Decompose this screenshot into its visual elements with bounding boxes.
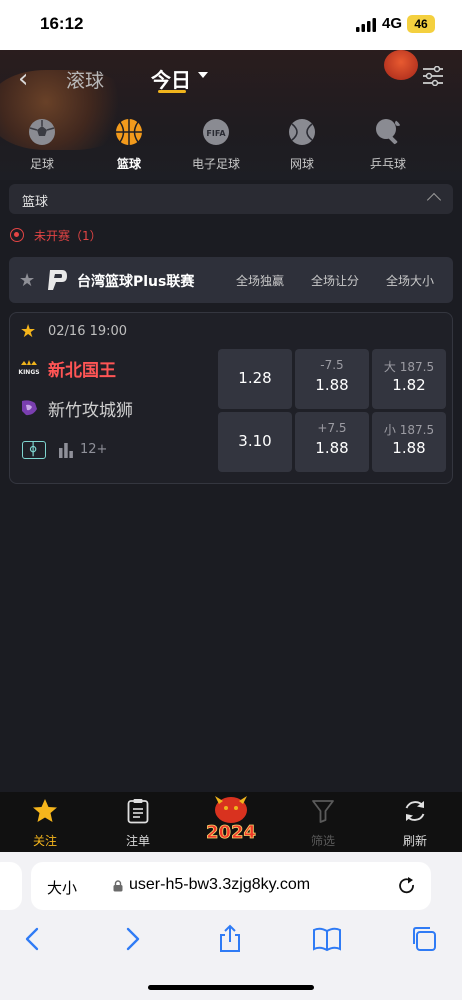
away-team-name: 新竹攻城狮 <box>48 401 133 421</box>
nav-refresh[interactable]: 刷新 <box>380 798 450 849</box>
record-dot-icon <box>10 228 24 242</box>
odds-price: 1.28 <box>238 369 272 387</box>
sport-label: 网球 <box>289 157 314 171</box>
home-indicator <box>148 985 314 990</box>
browser-back-icon[interactable] <box>18 924 48 954</box>
svg-text:FIFA: FIFA <box>206 129 226 138</box>
odds-total-over[interactable]: 大 187.5 1.82 <box>372 349 446 409</box>
more-markets-count[interactable]: 12+ <box>80 442 107 457</box>
reload-icon[interactable] <box>397 876 417 896</box>
ping-pong-icon <box>376 119 401 145</box>
nav-bets[interactable]: 注单 <box>103 798 173 849</box>
home-team-name: 新北国王 <box>48 361 116 381</box>
bookmarks-icon[interactable] <box>312 924 342 954</box>
network-type: 4G <box>382 15 403 32</box>
odds-moneyline-away[interactable]: 3.10 <box>218 412 292 472</box>
back-chevron-icon[interactable]: ‹ <box>18 64 28 94</box>
star-icon <box>33 799 57 822</box>
url-text[interactable]: user-h5-bw3.3zjg8ky.com <box>129 876 310 894</box>
odds-price: 1.88 <box>315 376 349 394</box>
court-icon[interactable] <box>22 441 46 459</box>
previous-tab-preview[interactable] <box>0 862 22 910</box>
battery-icon: 46 <box>407 15 435 33</box>
odds-line: -7.5 <box>320 358 344 372</box>
nav-filter[interactable]: 筛选 <box>288 798 358 849</box>
app-header: ‹ 滚球 今日 足球 篮球 FIFA 电子足球 网球 乒乓球 <box>0 50 462 180</box>
active-tab-indicator <box>158 90 186 93</box>
odds-price: 1.82 <box>392 376 426 394</box>
refresh-icon <box>405 801 425 821</box>
tab-live[interactable]: 滚球 <box>66 66 104 93</box>
dragon-2024-logo[interactable]: 2024 <box>195 792 267 848</box>
share-icon[interactable] <box>215 924 245 954</box>
sport-basketball[interactable]: 篮球 <box>89 118 169 172</box>
sport-pingpong[interactable]: 乒乓球 <box>348 118 428 172</box>
nav-label: 刷新 <box>402 834 427 848</box>
sport-esoccer[interactable]: FIFA 电子足球 <box>176 118 256 172</box>
status-label: 未开赛（1） <box>34 229 102 243</box>
chevron-up-icon[interactable] <box>426 192 442 208</box>
text-size-button[interactable]: 大小 <box>47 877 77 898</box>
address-bar[interactable]: 大小 user-h5-bw3.3zjg8ky.com <box>31 862 431 910</box>
nav-label: 筛选 <box>310 834 335 848</box>
market-header-handicap: 全场让分 <box>311 274 360 288</box>
kings-logo: KINGS <box>18 360 40 376</box>
bottom-nav: 关注 注单 2024 筛选 刷新 <box>0 792 462 852</box>
sport-soccer[interactable]: 足球 <box>2 118 82 172</box>
sport-selector: 足球 篮球 FIFA 电子足球 网球 乒乓球 <box>0 118 462 174</box>
odds-line: +7.5 <box>317 421 347 435</box>
league-header[interactable]: ★ 台湾篮球Plus联赛 全场独赢 全场让分 全场大小 <box>9 257 453 303</box>
clipboard-icon <box>127 799 149 824</box>
plus-league-logo <box>48 270 67 290</box>
tabs-icon[interactable] <box>410 924 440 954</box>
market-header-total: 全场大小 <box>386 274 435 288</box>
match-datetime: 02/16 19:00 <box>48 324 128 339</box>
nav-label: 关注 <box>32 834 57 848</box>
nav-favorites[interactable]: 关注 <box>10 798 80 849</box>
soccer-ball-icon <box>29 119 55 145</box>
tennis-ball-icon <box>289 119 315 145</box>
tab-today[interactable]: 今日 <box>151 64 191 93</box>
stats-bars-icon[interactable] <box>58 442 74 458</box>
section-header-basketball[interactable]: 篮球 <box>9 184 453 214</box>
match-card[interactable]: ★ 02/16 19:00 KINGS 新北国王 新竹攻城狮 12+ 1.28 … <box>9 312 453 484</box>
nav-label: 注单 <box>125 834 150 848</box>
fifa-icon: FIFA <box>203 119 229 145</box>
caret-down-icon[interactable] <box>198 72 208 78</box>
svg-text:KINGS: KINGS <box>18 369 39 376</box>
browser-forward-icon[interactable] <box>117 924 147 954</box>
odds-total-under[interactable]: 小 187.5 1.88 <box>372 412 446 472</box>
sport-tennis[interactable]: 网球 <box>262 118 342 172</box>
odds-price: 1.88 <box>315 439 349 457</box>
section-title: 篮球 <box>22 195 49 210</box>
odds-price: 3.10 <box>238 432 272 450</box>
league-name: 台湾篮球Plus联赛 <box>77 274 195 290</box>
sport-label: 篮球 <box>116 157 141 171</box>
favorite-star-icon[interactable]: ★ <box>19 270 35 291</box>
sport-label: 足球 <box>29 157 54 171</box>
lioneers-logo <box>22 400 37 416</box>
odds-price: 1.88 <box>392 439 426 457</box>
settings-sliders-icon[interactable] <box>421 66 445 86</box>
lantern-decoration <box>384 50 418 80</box>
signal-icon <box>356 18 376 32</box>
sport-label: 乒乓球 <box>369 157 406 171</box>
ios-status-bar: 16:12 4G 46 <box>0 0 462 50</box>
odds-moneyline-home[interactable]: 1.28 <box>218 349 292 409</box>
market-header-moneyline: 全场独赢 <box>236 274 285 288</box>
favorite-star-icon[interactable]: ★ <box>20 321 36 342</box>
svg-text:2024: 2024 <box>206 822 256 843</box>
filter-icon <box>312 800 334 823</box>
odds-handicap-home[interactable]: -7.5 1.88 <box>295 349 369 409</box>
odds-handicap-away[interactable]: +7.5 1.88 <box>295 412 369 472</box>
sport-label: 电子足球 <box>191 157 240 171</box>
lock-icon <box>113 880 123 892</box>
status-time: 16:12 <box>40 14 84 33</box>
odds-line: 小 187.5 <box>383 423 435 437</box>
odds-line: 大 187.5 <box>383 360 435 374</box>
browser-chrome: 大小 user-h5-bw3.3zjg8ky.com <box>0 852 462 1000</box>
basketball-icon <box>116 119 142 145</box>
